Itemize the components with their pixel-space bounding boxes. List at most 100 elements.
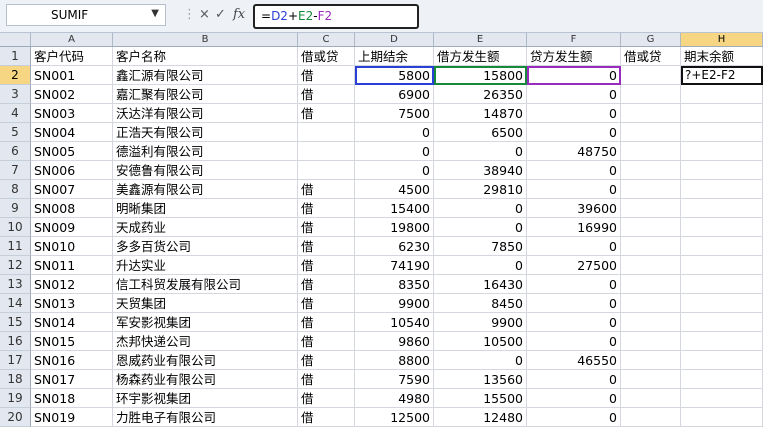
cell[interactable]: 8800 bbox=[355, 351, 434, 370]
cell[interactable] bbox=[681, 332, 763, 351]
row-header[interactable]: 17 bbox=[0, 351, 31, 370]
header-cell[interactable]: 期末余额 bbox=[681, 47, 763, 66]
cell[interactable] bbox=[621, 85, 681, 104]
row-header[interactable]: 4 bbox=[0, 104, 31, 123]
cell[interactable]: 借 bbox=[298, 218, 355, 237]
cell[interactable]: 10540 bbox=[355, 313, 434, 332]
cell[interactable]: 9900 bbox=[355, 294, 434, 313]
cell[interactable] bbox=[621, 389, 681, 408]
cell[interactable]: 0 bbox=[527, 104, 621, 123]
cell[interactable]: SN016 bbox=[31, 351, 113, 370]
cell[interactable]: SN011 bbox=[31, 256, 113, 275]
column-header-f[interactable]: F bbox=[527, 33, 621, 46]
cancel-icon[interactable]: × bbox=[199, 5, 210, 25]
row-header[interactable]: 5 bbox=[0, 123, 31, 142]
cell[interactable]: 安德鲁有限公司 bbox=[113, 161, 298, 180]
cell[interactable] bbox=[681, 161, 763, 180]
cell[interactable] bbox=[681, 313, 763, 332]
cell[interactable] bbox=[621, 180, 681, 199]
cell[interactable]: 48750 bbox=[527, 142, 621, 161]
cell[interactable] bbox=[298, 142, 355, 161]
cell[interactable] bbox=[681, 218, 763, 237]
select-all-corner[interactable] bbox=[0, 33, 31, 46]
cell[interactable]: 8450 bbox=[434, 294, 527, 313]
cell[interactable]: 借 bbox=[298, 256, 355, 275]
cell[interactable]: SN005 bbox=[31, 142, 113, 161]
header-cell[interactable]: 贷方发生额 bbox=[527, 47, 621, 66]
active-cell-editor[interactable]: ?+E2-F2 bbox=[681, 66, 763, 85]
cell[interactable]: 0 bbox=[355, 123, 434, 142]
cell[interactable]: 16990 bbox=[527, 218, 621, 237]
cell[interactable]: 27500 bbox=[527, 256, 621, 275]
column-header-b[interactable]: B bbox=[113, 33, 298, 46]
row-header[interactable]: 6 bbox=[0, 142, 31, 161]
cell[interactable] bbox=[621, 237, 681, 256]
cell[interactable]: 0 bbox=[527, 313, 621, 332]
cell[interactable]: SN017 bbox=[31, 370, 113, 389]
cell[interactable]: 军安影视集团 bbox=[113, 313, 298, 332]
cell[interactable]: 天贸集团 bbox=[113, 294, 298, 313]
cell[interactable]: 7500 bbox=[355, 104, 434, 123]
cell[interactable]: 12500 bbox=[355, 408, 434, 427]
cell[interactable]: 借 bbox=[298, 408, 355, 427]
cell[interactable] bbox=[621, 408, 681, 427]
cell[interactable]: 嘉汇聚有限公司 bbox=[113, 85, 298, 104]
cell[interactable]: 19800 bbox=[355, 218, 434, 237]
row-header[interactable]: 15 bbox=[0, 313, 31, 332]
header-cell[interactable]: 借或贷 bbox=[621, 47, 681, 66]
header-cell[interactable]: 借方发生额 bbox=[434, 47, 527, 66]
cell[interactable]: 恩威药业有限公司 bbox=[113, 351, 298, 370]
cell[interactable]: 16430 bbox=[434, 275, 527, 294]
row-header[interactable]: 10 bbox=[0, 218, 31, 237]
cell[interactable]: 0 bbox=[434, 218, 527, 237]
cell[interactable]: 借 bbox=[298, 294, 355, 313]
cell[interactable] bbox=[621, 218, 681, 237]
cell[interactable] bbox=[621, 256, 681, 275]
cell[interactable]: 26350 bbox=[434, 85, 527, 104]
cell[interactable] bbox=[681, 389, 763, 408]
cell[interactable] bbox=[681, 256, 763, 275]
cell[interactable]: SN003 bbox=[31, 104, 113, 123]
cell[interactable]: 借 bbox=[298, 332, 355, 351]
row-header[interactable]: 19 bbox=[0, 389, 31, 408]
cell[interactable]: 4980 bbox=[355, 389, 434, 408]
cell[interactable]: 0 bbox=[527, 123, 621, 142]
cell[interactable]: 借 bbox=[298, 66, 355, 85]
cell[interactable]: 39600 bbox=[527, 199, 621, 218]
cell[interactable]: 0 bbox=[527, 275, 621, 294]
cell[interactable]: 15400 bbox=[355, 199, 434, 218]
cell[interactable] bbox=[298, 123, 355, 142]
cell[interactable]: 杰邦快递公司 bbox=[113, 332, 298, 351]
cell[interactable]: 0 bbox=[434, 142, 527, 161]
cell[interactable]: SN006 bbox=[31, 161, 113, 180]
cell[interactable]: 0 bbox=[355, 161, 434, 180]
cell[interactable] bbox=[681, 294, 763, 313]
cell[interactable] bbox=[621, 142, 681, 161]
cell[interactable] bbox=[621, 123, 681, 142]
cell[interactable]: 0 bbox=[355, 142, 434, 161]
cell[interactable]: SN004 bbox=[31, 123, 113, 142]
cell[interactable]: SN002 bbox=[31, 85, 113, 104]
row-header[interactable]: 8 bbox=[0, 180, 31, 199]
cell[interactable] bbox=[681, 370, 763, 389]
row-header[interactable]: 11 bbox=[0, 237, 31, 256]
cell[interactable]: 7850 bbox=[434, 237, 527, 256]
cell[interactable]: 杨森药业有限公司 bbox=[113, 370, 298, 389]
cell[interactable]: 9900 bbox=[434, 313, 527, 332]
column-header-e[interactable]: E bbox=[434, 33, 527, 46]
cell[interactable]: 美鑫源有限公司 bbox=[113, 180, 298, 199]
cell[interactable]: 环宇影视集团 bbox=[113, 389, 298, 408]
cell[interactable]: 天成药业 bbox=[113, 218, 298, 237]
cell[interactable]: SN013 bbox=[31, 294, 113, 313]
row-header[interactable]: 16 bbox=[0, 332, 31, 351]
column-header-a[interactable]: A bbox=[31, 33, 113, 46]
cell[interactable]: 多多百货公司 bbox=[113, 237, 298, 256]
insert-function-icon[interactable]: fx bbox=[233, 5, 245, 25]
cell[interactable]: 借 bbox=[298, 199, 355, 218]
cell[interactable]: 借 bbox=[298, 85, 355, 104]
row-header[interactable]: 12 bbox=[0, 256, 31, 275]
cell[interactable] bbox=[621, 199, 681, 218]
cell[interactable] bbox=[621, 275, 681, 294]
cell[interactable]: 借 bbox=[298, 351, 355, 370]
column-header-d[interactable]: D bbox=[355, 33, 434, 46]
